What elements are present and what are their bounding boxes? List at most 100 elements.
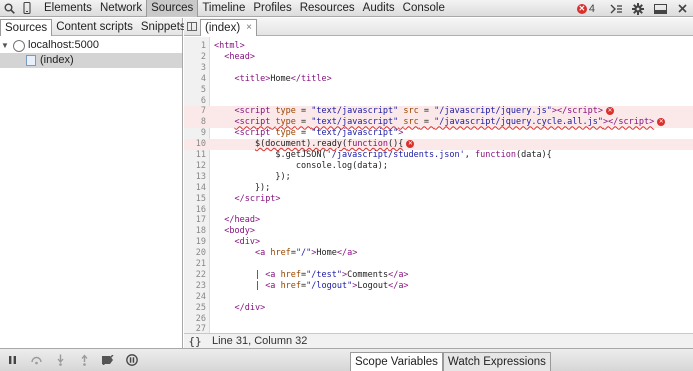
sidebar-tab-watch-expressions[interactable]: Watch Expressions bbox=[442, 352, 551, 371]
code-line[interactable]: 8 <script type = "text/javascript" src =… bbox=[184, 117, 693, 129]
search-icon[interactable] bbox=[0, 0, 18, 17]
code-line[interactable]: 26 bbox=[184, 314, 693, 325]
line-number[interactable]: 2 bbox=[184, 52, 206, 63]
toggle-navigator-icon[interactable] bbox=[184, 18, 200, 36]
tab-sources[interactable]: Sources bbox=[146, 0, 199, 17]
line-number[interactable]: 24 bbox=[184, 292, 206, 303]
code-line[interactable]: 20 <a href="/">Home</a> bbox=[184, 248, 693, 259]
tab-elements[interactable]: Elements bbox=[40, 0, 96, 17]
code-line[interactable]: 14 }); bbox=[184, 183, 693, 194]
code-text: <html> bbox=[214, 41, 245, 51]
expanded-triangle-icon[interactable]: ▼ bbox=[0, 38, 10, 53]
code-line[interactable]: 17 </head> bbox=[184, 215, 693, 226]
code-line[interactable]: 24 bbox=[184, 292, 693, 303]
code-line[interactable]: 1 <html> bbox=[184, 41, 693, 52]
line-number[interactable]: 4 bbox=[184, 74, 206, 85]
tab-resources[interactable]: Resources bbox=[296, 0, 359, 17]
tree-item-index[interactable]: (index) bbox=[0, 53, 182, 68]
step-out-icon[interactable] bbox=[72, 349, 96, 371]
line-number[interactable]: 11 bbox=[184, 150, 206, 161]
error-marker-icon[interactable]: ✕ bbox=[606, 106, 615, 115]
line-number[interactable]: 1 bbox=[184, 41, 206, 52]
code-line[interactable]: 9 <script type = "text/javascript"> bbox=[184, 128, 693, 139]
code-text: <title>Home</title> bbox=[234, 73, 332, 84]
line-number[interactable]: 25 bbox=[184, 303, 206, 314]
tab-timeline[interactable]: Timeline bbox=[198, 0, 249, 17]
line-number[interactable]: 8 bbox=[184, 117, 206, 128]
code-line[interactable]: 4 <title>Home</title> bbox=[184, 74, 693, 85]
line-number[interactable]: 7 bbox=[184, 106, 206, 117]
close-tab-icon[interactable]: × bbox=[246, 22, 252, 33]
line-number[interactable]: 9 bbox=[184, 128, 206, 139]
code-editor[interactable]: 1 <html> 2 <head> 3 4 <title>Home</title> 5 6 7… bbox=[184, 37, 693, 351]
navigator-tab-snippets[interactable]: Snippets bbox=[137, 18, 190, 36]
code-line[interactable]: 6 bbox=[184, 96, 693, 107]
pause-on-exceptions-icon[interactable] bbox=[120, 349, 144, 371]
line-number[interactable]: 18 bbox=[184, 226, 206, 237]
line-number[interactable]: 15 bbox=[184, 194, 206, 205]
code-line[interactable]: 7 <script type = "text/javascript" src =… bbox=[184, 106, 693, 118]
dock-side-icon[interactable] bbox=[649, 0, 671, 17]
line-number[interactable]: 22 bbox=[184, 270, 206, 281]
line-number[interactable]: 19 bbox=[184, 237, 206, 248]
editor-status-bar: {} Line 31, Column 32 bbox=[184, 333, 693, 348]
code-line[interactable]: 12 console.log(data); bbox=[184, 161, 693, 172]
step-into-icon[interactable] bbox=[48, 349, 72, 371]
tab-console[interactable]: Console bbox=[399, 0, 449, 17]
line-number[interactable]: 17 bbox=[184, 215, 206, 226]
code-line[interactable]: 19 <div> bbox=[184, 237, 693, 248]
step-over-icon[interactable] bbox=[24, 349, 48, 371]
deactivate-breakpoints-icon[interactable] bbox=[96, 349, 120, 371]
line-number[interactable]: 23 bbox=[184, 281, 206, 292]
error-icon[interactable]: ✕ bbox=[576, 3, 587, 14]
error-marker-icon[interactable]: ✕ bbox=[657, 117, 666, 126]
code-line[interactable]: 16 bbox=[184, 205, 693, 216]
code-line[interactable]: 25 </div> bbox=[184, 303, 693, 314]
close-icon[interactable] bbox=[671, 0, 693, 17]
line-number[interactable]: 16 bbox=[184, 205, 206, 216]
tab-audits[interactable]: Audits bbox=[359, 0, 399, 17]
line-number[interactable]: 10 bbox=[184, 139, 206, 150]
editor-pane: (index) × 1 <html> 2 <head> 3 4 <title>Home<… bbox=[184, 18, 693, 351]
show-drawer-icon[interactable] bbox=[605, 0, 627, 17]
line-number[interactable]: 26 bbox=[184, 314, 206, 325]
file-tab-index[interactable]: (index) × bbox=[200, 18, 257, 36]
pause-icon[interactable] bbox=[0, 349, 24, 371]
navigator-tab-content-scripts[interactable]: Content scripts bbox=[52, 18, 137, 36]
error-marker-icon[interactable]: ✕ bbox=[406, 139, 415, 148]
code-line[interactable]: 23 | <a href="/logout">Logout</a> bbox=[184, 281, 693, 292]
code-line[interactable]: 5 bbox=[184, 85, 693, 96]
line-number[interactable]: 5 bbox=[184, 85, 206, 96]
code-text: </script> bbox=[234, 193, 281, 204]
code-line[interactable]: 2 <head> bbox=[184, 52, 693, 63]
code-text: }); bbox=[214, 171, 291, 182]
tab-network[interactable]: Network bbox=[96, 0, 146, 17]
navigator-tab-sources[interactable]: Sources bbox=[0, 18, 53, 36]
gear-icon[interactable] bbox=[627, 0, 649, 17]
device-mode-icon[interactable] bbox=[18, 0, 36, 17]
code-line[interactable]: 11 $.getJSON('/javascript/students.json'… bbox=[184, 150, 693, 161]
code-line[interactable]: 13 }); bbox=[184, 172, 693, 183]
sidebar-tab-scope-variables[interactable]: Scope Variables bbox=[350, 352, 443, 371]
file-tab-label: (index) bbox=[205, 21, 241, 34]
tab-profiles[interactable]: Profiles bbox=[249, 0, 295, 17]
code-line[interactable]: 3 bbox=[184, 63, 693, 74]
code-line[interactable]: 15 </script> bbox=[184, 194, 693, 205]
tree-item-host[interactable]: ▼ localhost:5000 bbox=[0, 38, 182, 53]
line-number[interactable]: 14 bbox=[184, 183, 206, 194]
error-count[interactable]: 4 bbox=[589, 3, 595, 15]
line-number[interactable]: 12 bbox=[184, 161, 206, 172]
line-number[interactable]: 20 bbox=[184, 248, 206, 259]
code-line[interactable]: 10 $(document).ready(function(){✕ bbox=[184, 139, 693, 150]
code-line[interactable]: 21 bbox=[184, 259, 693, 270]
code-line[interactable]: 22 | <a href="/test">Comments</a> bbox=[184, 270, 693, 281]
pretty-print-button[interactable]: {} bbox=[184, 335, 206, 348]
line-number[interactable]: 21 bbox=[184, 259, 206, 270]
code-text: console.log(data); bbox=[214, 160, 388, 171]
line-number[interactable]: 3 bbox=[184, 63, 206, 74]
cursor-position: Line 31, Column 32 bbox=[212, 335, 308, 347]
code-line[interactable]: 18 <body> bbox=[184, 226, 693, 237]
line-number[interactable]: 13 bbox=[184, 172, 206, 183]
line-number[interactable]: 6 bbox=[184, 96, 206, 107]
tree-item-label: localhost:5000 bbox=[28, 39, 99, 51]
